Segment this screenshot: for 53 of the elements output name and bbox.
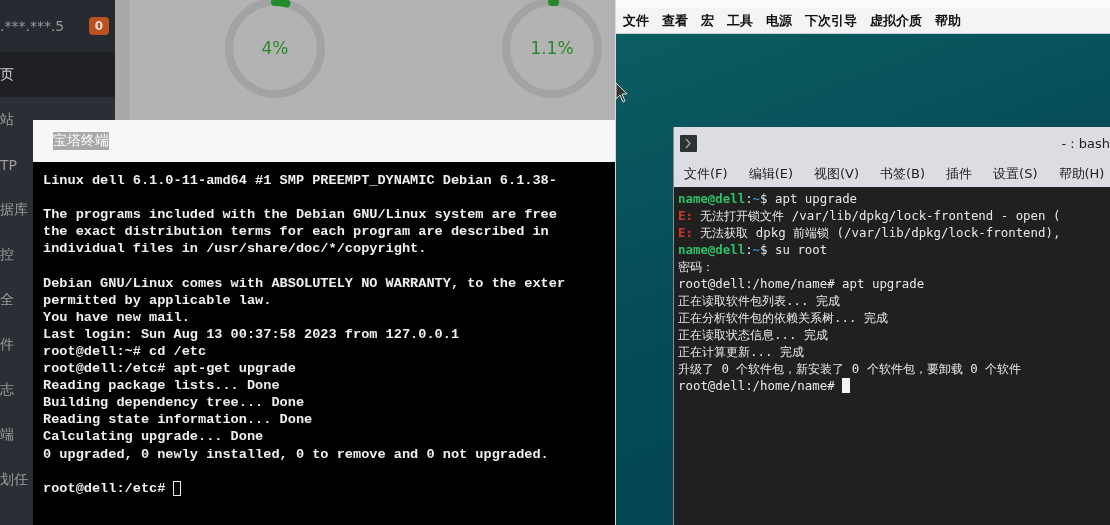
menu-item[interactable]: 宏	[701, 11, 714, 30]
terminal-line: The programs included with the Debian GNU/Linux system are free	[43, 206, 558, 224]
menu-item[interactable]: 书签(B)	[880, 164, 926, 183]
text-cursor	[841, 378, 850, 393]
terminal-line: You have new mail.	[43, 308, 191, 326]
menu-item[interactable]: 文件(F)	[684, 164, 728, 183]
server-address: .***.***.5	[0, 18, 65, 34]
menu-item[interactable]: 插件	[946, 164, 973, 183]
menu-item[interactable]: 虚拟介质	[870, 11, 922, 30]
menu-item[interactable]: 帮助	[935, 11, 961, 30]
terminal-line: Calculating upgrade... Done	[43, 428, 265, 446]
terminal-line: Reading package lists... Done	[43, 377, 281, 395]
terminal-line: Building dependency tree... Done	[43, 394, 306, 412]
terminal-line: Linux dell 6.1.0-11-amd64 #1 SMP PREEMPT_DYNAMIC Debian 6.1.38-	[43, 172, 558, 190]
terminal-line: 正在读取状态信息... 完成	[678, 326, 829, 343]
menu-item[interactable]: 视图(V)	[814, 164, 860, 183]
terminal-line: 升级了 0 个软件包，新安装了 0 个软件包，要卸载 0 个软件	[678, 360, 1023, 377]
notification-badge: 0	[88, 17, 109, 35]
gauge-value: 1.1%	[530, 38, 574, 58]
terminal-icon	[680, 135, 697, 152]
menu-item[interactable]: 编辑(E)	[748, 164, 793, 183]
terminal-line: individual files in /usr/share/doc/*/copyright.	[43, 240, 428, 258]
terminal-line: name@dell:~$ su root	[678, 241, 829, 258]
sidebar-item[interactable]: 页	[0, 52, 115, 97]
terminal-line: Debian GNU/Linux comes with ABSOLUTELY NO WARRANTY, to the exter	[43, 274, 567, 292]
terminal-line: root@dell:/etc# apt-get upgrade	[43, 360, 297, 378]
terminal-line: E: 无法获取 dpkg 前端锁 (/var/lib/dpkg/lock-frontend),	[678, 224, 1062, 241]
menu-item[interactable]: 帮助(H)	[1058, 164, 1105, 183]
terminal-line: 正在读取软件包列表... 完成	[678, 292, 841, 309]
terminal-line: name@dell:~$ apt upgrade	[678, 190, 859, 207]
terminal-line: root@dell:/home/name# apt upgrade	[678, 275, 926, 292]
terminal-line: 正在分析软件包的依赖关系树... 完成	[678, 309, 889, 326]
window-title: - : bash	[1061, 136, 1110, 151]
menu-item[interactable]: 工具	[727, 11, 753, 30]
dialog-title: 宝塔终端	[53, 132, 109, 150]
text-cursor	[173, 480, 182, 496]
menu-item[interactable]: 设置(S)	[993, 164, 1038, 183]
terminal-line: 0 upgraded, 0 newly installed, 0 to remove and 0 not upgraded.	[43, 445, 550, 463]
menu-item[interactable]: 下次引导	[805, 11, 857, 30]
terminal-prompt: root@dell:/home/name#	[678, 377, 835, 394]
terminal-line: 正在计算更新... 完成	[678, 343, 805, 360]
terminal-line: permitted by applicable law.	[43, 291, 273, 309]
menu-item[interactable]: 查看	[662, 11, 688, 30]
terminal-line: Last login: Sun Aug 13 00:37:58 2023 from 127.0.0.1	[43, 325, 461, 343]
menu-item[interactable]: 文件	[623, 11, 649, 30]
terminal-line: 密码：	[678, 258, 715, 275]
terminal-prompt: root@dell:/etc#	[43, 479, 166, 497]
gauge-value: 4%	[261, 38, 289, 58]
menu-item[interactable]: 电源	[766, 11, 792, 30]
terminal-line: root@dell:~# cd /etc	[43, 342, 208, 361]
terminal-line: the exact distribution terms for each program are described in	[43, 223, 550, 241]
terminal-line: E: 无法打开锁文件 /var/lib/dpkg/lock-frontend - open (	[678, 207, 1062, 224]
terminal-line: Reading state information... Done	[43, 411, 314, 429]
